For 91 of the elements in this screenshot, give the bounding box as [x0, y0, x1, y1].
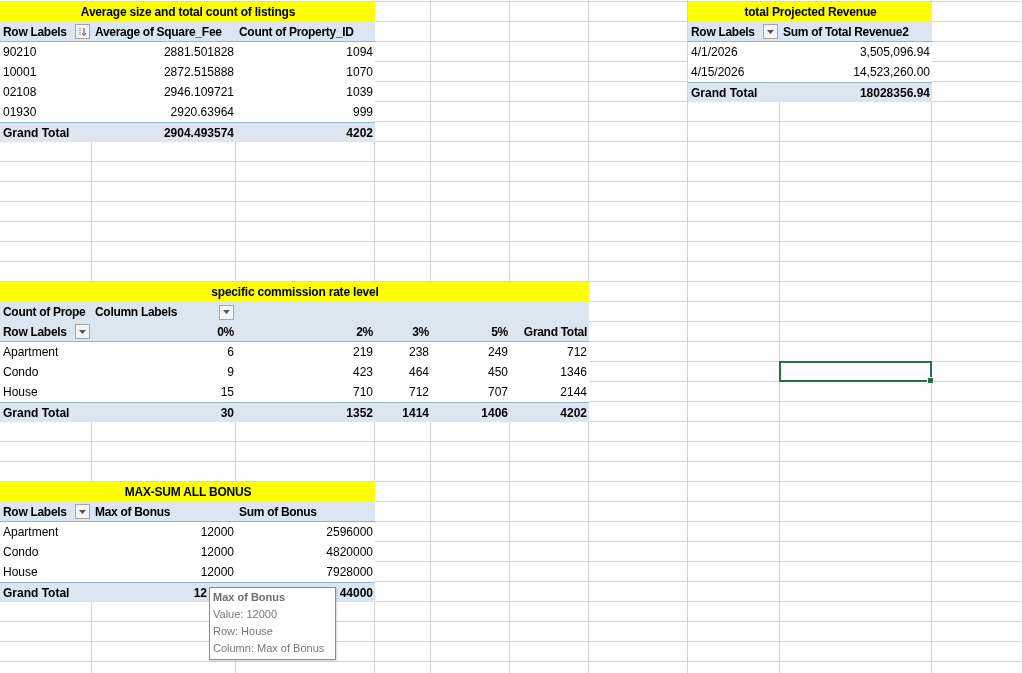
- table-cell: 2144: [560, 385, 587, 399]
- table-cell: 999: [352, 105, 373, 119]
- table-cell: 15: [220, 385, 234, 399]
- table-cell: 710: [352, 385, 373, 399]
- tooltip-line: Column: Max of Bonus: [213, 641, 326, 656]
- total-cell: Grand Total: [3, 125, 70, 140]
- column-header: Row Labels: [3, 504, 67, 519]
- table-cell: 423: [352, 365, 373, 379]
- pivot-title: Average size and total count of listings: [80, 5, 296, 19]
- total-cell: 4202: [346, 125, 373, 140]
- table-cell: Apartment: [3, 345, 59, 359]
- tooltip-title: Max of Bonus: [213, 590, 287, 605]
- pivot-title: specific commission rate level: [211, 285, 379, 299]
- table-cell: House: [3, 385, 38, 399]
- table-cell: 9: [227, 365, 234, 379]
- filter-button[interactable]: [75, 504, 90, 519]
- total-cell: Grand Total: [3, 405, 70, 420]
- column-header: Row Labels: [691, 24, 755, 39]
- column-header: Grand Total: [523, 324, 587, 339]
- table-cell: 1039: [346, 85, 373, 99]
- dropdown-arrow-icon: [767, 29, 774, 34]
- table-cell: 4/15/2026: [691, 65, 745, 79]
- table-cell: 90210: [3, 45, 37, 59]
- table-cell: 707: [487, 385, 508, 399]
- table-cell: 1070: [346, 65, 373, 79]
- table-cell: 2920.63964: [170, 105, 234, 119]
- table-cell: 10001: [3, 65, 37, 79]
- table-cell: 219: [352, 345, 373, 359]
- table-cell: House: [3, 565, 38, 579]
- column-header: Max of Bonus: [95, 504, 171, 519]
- table-cell: 450: [487, 365, 508, 379]
- column-header: Sum of Bonus: [239, 504, 317, 519]
- filter-button[interactable]: [763, 24, 778, 39]
- table-cell: 1094: [346, 45, 373, 59]
- column-header: Sum of Total Revenue2: [783, 24, 909, 39]
- column-header: Count of Prope: [3, 305, 86, 319]
- column-header: Row Labels: [3, 324, 67, 339]
- tooltip-line: Row: House: [213, 624, 274, 639]
- filter-button[interactable]: [219, 304, 234, 320]
- dropdown-arrow-icon: [223, 310, 230, 314]
- table-cell: 3,505,096.94: [859, 45, 930, 59]
- selected-cell[interactable]: [779, 361, 932, 382]
- tooltip-line: Value: 12000: [213, 607, 279, 622]
- table-cell: Condo: [3, 545, 39, 559]
- total-cell: Grand Total: [691, 85, 758, 100]
- total-cell: 44000: [339, 585, 373, 600]
- dropdown-arrow-icon: [79, 509, 86, 514]
- total-cell: 1352: [346, 405, 373, 420]
- column-header: 5%: [491, 324, 508, 339]
- table-cell: 12000: [200, 525, 234, 539]
- total-cell: 4202: [560, 405, 587, 420]
- total-cell: Grand Total: [3, 585, 70, 600]
- column-header: 2%: [356, 324, 373, 339]
- table-cell: 238: [408, 345, 429, 359]
- table-cell: 464: [408, 365, 429, 379]
- column-header: Column Labels: [95, 305, 178, 319]
- total-cell: 1414: [402, 405, 429, 420]
- column-header: Average of Square_Fee: [95, 24, 222, 39]
- dropdown-arrow-icon: [79, 329, 86, 334]
- table-cell: 2596000: [326, 525, 373, 539]
- table-cell: Condo: [3, 365, 39, 379]
- table-cell: 4820000: [326, 545, 373, 559]
- table-cell: 7928000: [326, 565, 373, 579]
- table-cell: 12000: [200, 545, 234, 559]
- filter-button[interactable]: [75, 324, 90, 339]
- table-cell: 712: [566, 345, 587, 359]
- table-cell: Apartment: [3, 525, 59, 539]
- table-cell: 2872.515888: [163, 65, 234, 79]
- total-cell: 18028356.94: [859, 85, 930, 100]
- table-cell: 2881.501828: [163, 45, 234, 59]
- table-cell: 4/1/2026: [691, 45, 738, 59]
- column-header: Row Labels: [3, 24, 67, 39]
- table-cell: 14,523,260.00: [853, 65, 930, 79]
- table-cell: 6: [227, 345, 234, 359]
- total-cell: 2904.493574: [163, 125, 234, 140]
- column-header: Count of Property_ID: [239, 24, 354, 39]
- table-cell: 01930: [3, 105, 37, 119]
- table-cell: 1346: [560, 365, 587, 379]
- total-cell: 12: [193, 585, 207, 600]
- table-cell: 249: [487, 345, 508, 359]
- table-cell: 2946.109721: [163, 85, 234, 99]
- pivot-title: total Projected Revenue: [744, 5, 877, 19]
- sort-icon: [78, 26, 87, 37]
- column-header: 3%: [412, 324, 429, 339]
- pivot-title: MAX-SUM ALL BONUS: [124, 485, 252, 499]
- total-cell: 30: [220, 405, 234, 420]
- table-cell: 12000: [200, 565, 234, 579]
- table-cell: 02108: [3, 85, 37, 99]
- total-cell: 1406: [481, 405, 508, 420]
- table-cell: 712: [408, 385, 429, 399]
- column-header: 0%: [217, 324, 234, 339]
